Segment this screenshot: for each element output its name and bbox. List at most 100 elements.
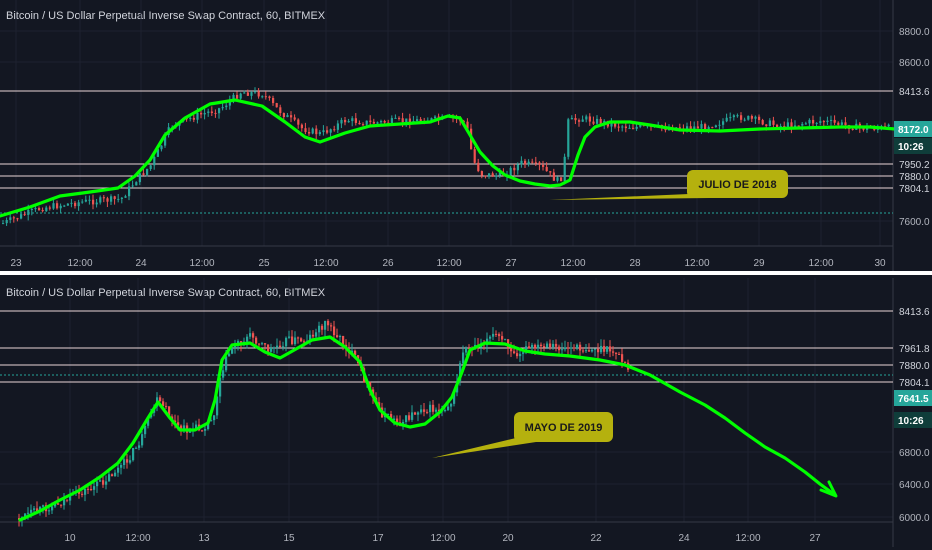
candle-body [105, 481, 108, 485]
x-tick-label: 23 [10, 258, 22, 269]
candle-body [138, 445, 141, 448]
y-tick-label: 8800.0 [899, 27, 930, 38]
candle-body [632, 127, 635, 129]
candle-body [450, 403, 453, 407]
candle-body [102, 197, 105, 199]
candle-body [582, 350, 585, 352]
candle-body [411, 412, 414, 420]
candle-body [344, 119, 347, 123]
candle-body [383, 120, 386, 123]
candle-body [519, 353, 522, 357]
candle-body [522, 352, 525, 354]
y-tick-label: 7600.0 [899, 217, 930, 228]
x-tick-label: 26 [382, 258, 394, 269]
candle-body [246, 336, 249, 342]
candle-body [560, 177, 563, 182]
candle-body [761, 120, 764, 125]
candle-body [110, 196, 113, 202]
candle-body [417, 412, 420, 415]
x-tick-label: 27 [809, 533, 821, 544]
candle-body [261, 343, 264, 345]
candle-body [612, 351, 615, 353]
candle-body [318, 325, 321, 333]
candle-body [126, 459, 129, 463]
panel-top[interactable]: 8413.67950.27880.07804.18800.08600.07600… [0, 0, 932, 272]
candle-body [189, 117, 192, 119]
chart-canvas[interactable]: 8413.67950.27880.07804.18800.08600.07600… [0, 0, 932, 550]
candle-body [318, 132, 321, 135]
candle-body [725, 117, 728, 122]
candle-body [549, 171, 552, 173]
candle-body [117, 467, 120, 473]
candle-body [264, 96, 267, 98]
x-tick-label: 12:00 [436, 258, 461, 269]
candle-body [812, 119, 815, 124]
candle-body [689, 126, 692, 129]
candle-body [225, 356, 228, 371]
panel-separator [0, 271, 932, 275]
candle-body [41, 210, 44, 212]
candle-body [321, 325, 324, 330]
candle-body [786, 122, 789, 128]
candle-body [257, 91, 260, 97]
candle-body [16, 218, 19, 220]
candle-body [117, 198, 120, 200]
candle-body [609, 346, 612, 352]
candle-body [540, 344, 543, 347]
candle-body [707, 127, 710, 130]
candle-body [27, 209, 30, 215]
candle-body [563, 156, 566, 182]
candle-body [48, 207, 51, 209]
candle-body [405, 415, 408, 423]
candle-body [484, 175, 487, 177]
panel-bottom[interactable]: 8413.6 7961.8 7880.0 7804.1 6800.0 6400.0 6000… [0, 278, 932, 547]
candle-body [462, 352, 465, 364]
candle-body [887, 124, 890, 127]
candle-body [236, 94, 239, 99]
x-tick-label: 15 [283, 533, 295, 544]
candle-body [102, 480, 105, 485]
candle-body [74, 202, 77, 207]
x-tick-label: 12:00 [313, 258, 338, 269]
candle-body [63, 205, 66, 207]
candle-body [70, 202, 73, 204]
candle-body [527, 161, 530, 165]
candle-body [492, 333, 495, 337]
x-tick-label: 12:00 [67, 258, 92, 269]
candle-body [138, 173, 141, 183]
y-tick-label: 6000.0 [899, 513, 930, 524]
candle-body [419, 119, 422, 122]
candle-body [520, 160, 523, 165]
candle-body [600, 345, 603, 353]
candle-body [135, 447, 138, 449]
candle-body [743, 119, 746, 121]
candle-body [30, 509, 33, 513]
candle-body [327, 320, 330, 326]
candle-body [711, 127, 714, 129]
candle-body [59, 205, 62, 209]
candle-body [509, 167, 512, 176]
candle-body [570, 117, 573, 120]
candle-body [93, 486, 96, 490]
candle-body [322, 130, 325, 133]
candle-body [214, 112, 217, 114]
candle-body [808, 119, 811, 124]
x-tick-label: 24 [135, 258, 147, 269]
level-label: 7804.1 [899, 378, 930, 389]
candle-body [66, 203, 69, 206]
candle-body [120, 465, 123, 468]
candle-body [801, 123, 804, 126]
candle-body [465, 348, 468, 353]
candle-body [285, 337, 288, 347]
candle-body [254, 91, 257, 93]
candle-body [20, 214, 23, 219]
candle-body [9, 217, 12, 220]
candle-body [578, 120, 581, 122]
candle-body [92, 199, 95, 205]
candle-body [768, 120, 771, 126]
candle-body [693, 126, 696, 129]
time-tag-label: 10:26 [898, 416, 924, 427]
candle-body [333, 129, 336, 131]
candle-body [294, 337, 297, 345]
candle-body [447, 406, 450, 411]
